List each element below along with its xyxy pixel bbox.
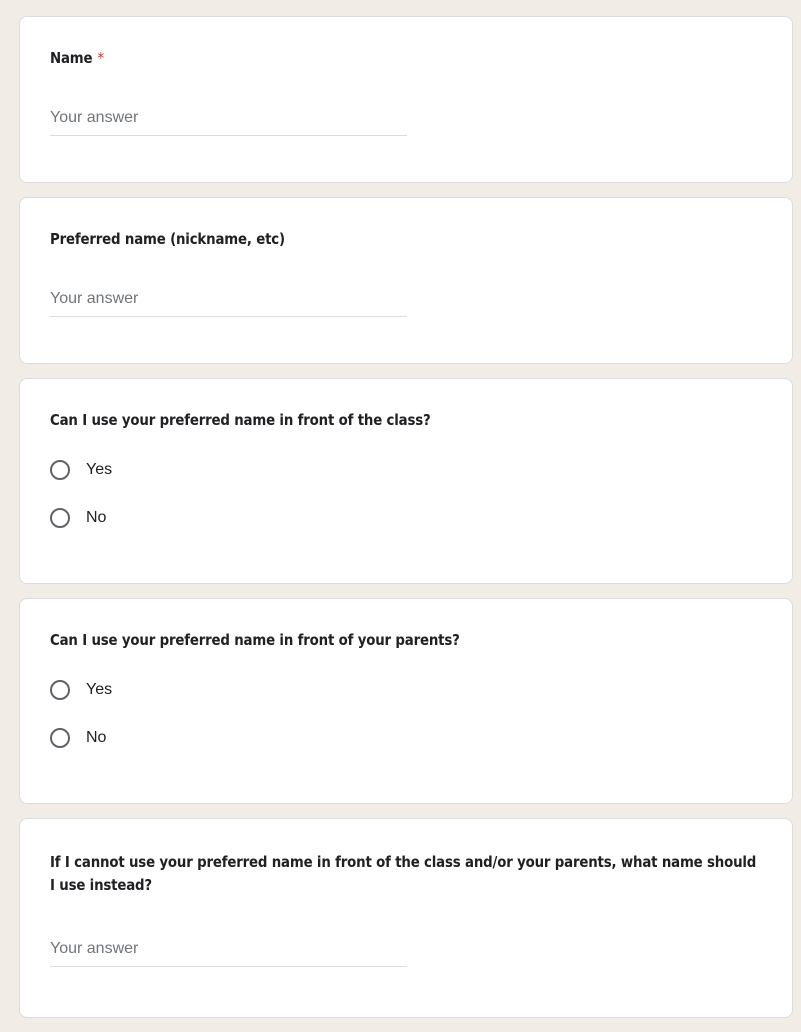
answer-field-wrap xyxy=(50,940,407,967)
question-title: If I cannot use your preferred name in f… xyxy=(50,853,757,894)
radio-option-label: No xyxy=(86,729,107,746)
radio-option-parents-no[interactable]: No xyxy=(50,726,762,750)
question-card-preferred-name: Preferred name (nickname, etc) xyxy=(19,197,793,364)
question-card-class-permission: Can I use your preferred name in front o… xyxy=(19,378,793,584)
alternate-name-input[interactable] xyxy=(50,940,407,967)
radio-button[interactable] xyxy=(50,508,70,528)
question-title: Can I use your preferred name in front o… xyxy=(50,411,431,429)
name-input[interactable] xyxy=(50,109,407,136)
question-card-alternate-name: If I cannot use your preferred name in f… xyxy=(19,818,793,1018)
radio-button[interactable] xyxy=(50,680,70,700)
question-title-text: Name xyxy=(50,49,93,67)
radio-option-class-yes[interactable]: Yes xyxy=(50,458,762,482)
question-title: Name * xyxy=(50,47,760,70)
radio-option-label: Yes xyxy=(86,461,113,478)
radio-option-label: Yes xyxy=(86,681,113,698)
question-title: Can I use your preferred name in front o… xyxy=(50,631,460,649)
answer-field-wrap xyxy=(50,290,407,317)
question-card-parents-permission: Can I use your preferred name in front o… xyxy=(19,598,793,804)
preferred-name-input[interactable] xyxy=(50,290,407,317)
radio-group-class: Yes No xyxy=(50,458,762,530)
question-card-name: Name * xyxy=(19,16,793,183)
radio-group-parents: Yes No xyxy=(50,678,762,750)
radio-option-class-no[interactable]: No xyxy=(50,506,762,530)
radio-button[interactable] xyxy=(50,728,70,748)
radio-option-label: No xyxy=(86,509,107,526)
question-title: Preferred name (nickname, etc) xyxy=(50,230,285,248)
radio-option-parents-yes[interactable]: Yes xyxy=(50,678,762,702)
radio-button[interactable] xyxy=(50,460,70,480)
required-asterisk: * xyxy=(97,49,105,67)
form-container: Name* Preferred name (nickname, etc) Can… xyxy=(19,16,793,1032)
answer-field-wrap xyxy=(50,109,407,136)
